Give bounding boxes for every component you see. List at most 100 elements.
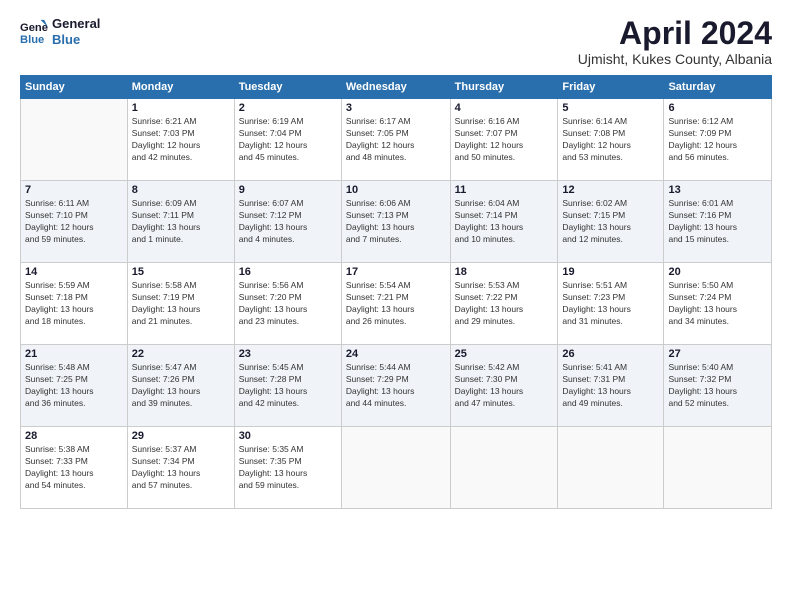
day-number: 16 (239, 266, 337, 278)
day-number: 21 (25, 348, 123, 360)
calendar-cell: 19Sunrise: 5:51 AMSunset: 7:23 PMDayligh… (558, 263, 664, 345)
title-block: April 2024 Ujmisht, Kukes County, Albani… (578, 16, 772, 67)
day-number: 30 (239, 430, 337, 442)
day-number: 5 (562, 102, 659, 114)
calendar-cell: 20 Sunrise: 5:50 AMSunset: 7:24 PMDayligh… (664, 263, 772, 345)
day-number: 29 (132, 430, 230, 442)
calendar-cell: 11 Sunrise: 6:04 AMSunset: 7:14 PMDayligh… (450, 181, 558, 263)
weekday-header-row: SundayMondayTuesdayWednesdayThursdayFrid… (21, 76, 772, 99)
calendar-cell: 5 Sunrise: 6:14 AMSunset: 7:08 PMDaylight… (558, 99, 664, 181)
day-number: 24 (346, 348, 446, 360)
calendar-cell (341, 427, 450, 509)
cell-info: Sunrise: 5:50 AMSunset: 7:24 PMDaylight:… (668, 280, 767, 328)
calendar-cell: 24 Sunrise: 5:44 AMSunset: 7:29 PMDayligh… (341, 345, 450, 427)
calendar-cell: 3Sunrise: 6:17 AMSunset: 7:05 PMDaylight… (341, 99, 450, 181)
cell-info: Sunrise: 5:38 AMSunset: 7:33 PMDaylight:… (25, 444, 123, 492)
logo-icon: General Blue (20, 18, 48, 46)
calendar-cell: 2 Sunrise: 6:19 AMSunset: 7:04 PMDaylight… (234, 99, 341, 181)
weekday-header-friday: Friday (558, 76, 664, 99)
cell-info: Sunrise: 5:53 AMSunset: 7:22 PMDaylight:… (455, 280, 554, 328)
cell-info: Sunrise: 5:56 AMSunset: 7:20 PMDaylight:… (239, 280, 337, 328)
calendar-cell: 14Sunrise: 5:59 AMSunset: 7:18 PMDayligh… (21, 263, 128, 345)
calendar-cell: 29 Sunrise: 5:37 AMSunset: 7:34 PMDayligh… (127, 427, 234, 509)
svg-text:Blue: Blue (20, 34, 44, 46)
day-number: 27 (668, 348, 767, 360)
cell-info: Sunrise: 5:47 AMSunset: 7:26 PMDaylight:… (132, 362, 230, 410)
cell-info: Sunrise: 6:14 AMSunset: 7:08 PMDaylight:… (562, 116, 659, 164)
cell-info: Sunrise: 6:11 AMSunset: 7:10 PMDaylight:… (25, 198, 123, 246)
calendar-cell: 18 Sunrise: 5:53 AMSunset: 7:22 PMDayligh… (450, 263, 558, 345)
day-number: 28 (25, 430, 123, 442)
calendar-cell: 15Sunrise: 5:58 AMSunset: 7:19 PMDayligh… (127, 263, 234, 345)
cell-info: Sunrise: 6:12 AMSunset: 7:09 PMDaylight:… (668, 116, 767, 164)
day-number: 18 (455, 266, 554, 278)
day-number: 26 (562, 348, 659, 360)
calendar-week-4: 21 Sunrise: 5:48 AMSunset: 7:25 PMDayligh… (21, 345, 772, 427)
cell-info: Sunrise: 5:35 AMSunset: 7:35 PMDaylight:… (239, 444, 337, 492)
cell-info: Sunrise: 5:40 AMSunset: 7:32 PMDaylight:… (668, 362, 767, 410)
cell-info: Sunrise: 5:44 AMSunset: 7:29 PMDaylight:… (346, 362, 446, 410)
calendar-cell (21, 99, 128, 181)
cell-info: Sunrise: 5:48 AMSunset: 7:25 PMDaylight:… (25, 362, 123, 410)
calendar-cell: 17 Sunrise: 5:54 AMSunset: 7:21 PMDayligh… (341, 263, 450, 345)
day-number: 14 (25, 266, 123, 278)
calendar-cell: 28 Sunrise: 5:38 AMSunset: 7:33 PMDayligh… (21, 427, 128, 509)
day-number: 13 (668, 184, 767, 196)
day-number: 23 (239, 348, 337, 360)
weekday-header-wednesday: Wednesday (341, 76, 450, 99)
calendar-cell: 4 Sunrise: 6:16 AMSunset: 7:07 PMDaylight… (450, 99, 558, 181)
calendar-cell: 16 Sunrise: 5:56 AMSunset: 7:20 PMDayligh… (234, 263, 341, 345)
cell-info: Sunrise: 6:01 AMSunset: 7:16 PMDaylight:… (668, 198, 767, 246)
cell-info: Sunrise: 5:45 AMSunset: 7:28 PMDaylight:… (239, 362, 337, 410)
day-number: 25 (455, 348, 554, 360)
cell-info: Sunrise: 6:19 AMSunset: 7:04 PMDaylight:… (239, 116, 337, 164)
calendar-cell (664, 427, 772, 509)
day-number: 4 (455, 102, 554, 114)
cell-info: Sunrise: 5:51 AMSunset: 7:23 PMDaylight:… (562, 280, 659, 328)
day-number: 12 (562, 184, 659, 196)
weekday-header-sunday: Sunday (21, 76, 128, 99)
day-number: 20 (668, 266, 767, 278)
logo-text-block: General Blue (52, 16, 100, 47)
cell-info: Sunrise: 5:37 AMSunset: 7:34 PMDaylight:… (132, 444, 230, 492)
calendar-cell: 7Sunrise: 6:11 AMSunset: 7:10 PMDaylight… (21, 181, 128, 263)
calendar-cell: 6Sunrise: 6:12 AMSunset: 7:09 PMDaylight… (664, 99, 772, 181)
page: General Blue General Blue April 2024 Ujm… (0, 0, 792, 612)
cell-info: Sunrise: 6:09 AMSunset: 7:11 PMDaylight:… (132, 198, 230, 246)
calendar-cell: 25 Sunrise: 5:42 AMSunset: 7:30 PMDayligh… (450, 345, 558, 427)
day-number: 2 (239, 102, 337, 114)
month-title: April 2024 (578, 16, 772, 51)
calendar-cell: 26Sunrise: 5:41 AMSunset: 7:31 PMDayligh… (558, 345, 664, 427)
day-number: 15 (132, 266, 230, 278)
calendar-cell: 9Sunrise: 6:07 AMSunset: 7:12 PMDaylight… (234, 181, 341, 263)
cell-info: Sunrise: 6:16 AMSunset: 7:07 PMDaylight:… (455, 116, 554, 164)
calendar-cell: 21 Sunrise: 5:48 AMSunset: 7:25 PMDayligh… (21, 345, 128, 427)
calendar-cell (558, 427, 664, 509)
day-number: 17 (346, 266, 446, 278)
calendar-cell: 13 Sunrise: 6:01 AMSunset: 7:16 PMDayligh… (664, 181, 772, 263)
calendar-cell: 12 Sunrise: 6:02 AMSunset: 7:15 PMDayligh… (558, 181, 664, 263)
calendar-table: SundayMondayTuesdayWednesdayThursdayFrid… (20, 75, 772, 509)
cell-info: Sunrise: 6:02 AMSunset: 7:15 PMDaylight:… (562, 198, 659, 246)
day-number: 8 (132, 184, 230, 196)
calendar-cell: 8 Sunrise: 6:09 AMSunset: 7:11 PMDaylight… (127, 181, 234, 263)
day-number: 22 (132, 348, 230, 360)
calendar-week-1: 1 Sunrise: 6:21 AMSunset: 7:03 PMDaylight… (21, 99, 772, 181)
calendar-cell: 27 Sunrise: 5:40 AMSunset: 7:32 PMDayligh… (664, 345, 772, 427)
cell-info: Sunrise: 5:42 AMSunset: 7:30 PMDaylight:… (455, 362, 554, 410)
logo: General Blue General Blue (20, 16, 100, 47)
cell-info: Sunrise: 6:06 AMSunset: 7:13 PMDaylight:… (346, 198, 446, 246)
cell-info: Sunrise: 6:04 AMSunset: 7:14 PMDaylight:… (455, 198, 554, 246)
day-number: 11 (455, 184, 554, 196)
day-number: 1 (132, 102, 230, 114)
calendar-week-3: 14Sunrise: 5:59 AMSunset: 7:18 PMDayligh… (21, 263, 772, 345)
calendar-cell: 1 Sunrise: 6:21 AMSunset: 7:03 PMDaylight… (127, 99, 234, 181)
day-number: 10 (346, 184, 446, 196)
cell-info: Sunrise: 5:54 AMSunset: 7:21 PMDaylight:… (346, 280, 446, 328)
weekday-header-monday: Monday (127, 76, 234, 99)
logo-blue: Blue (52, 32, 100, 48)
logo-general: General (52, 16, 100, 32)
weekday-header-thursday: Thursday (450, 76, 558, 99)
day-number: 9 (239, 184, 337, 196)
cell-info: Sunrise: 6:21 AMSunset: 7:03 PMDaylight:… (132, 116, 230, 164)
